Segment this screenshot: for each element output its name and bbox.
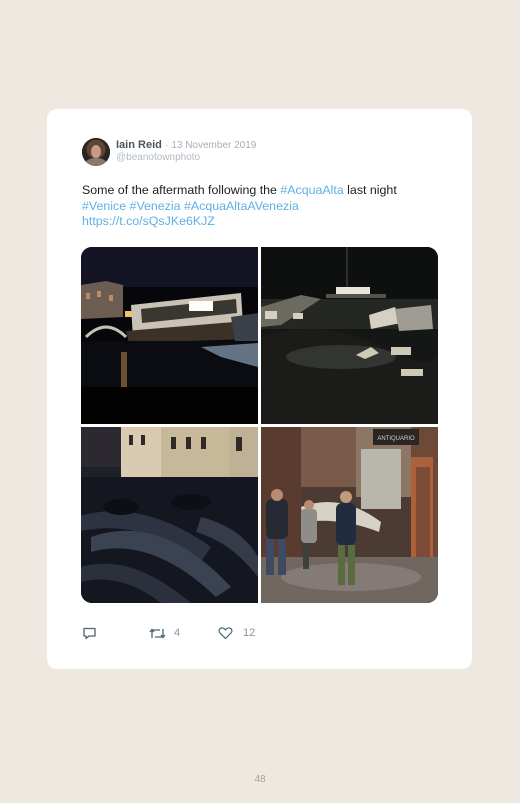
avatar-face: [91, 145, 101, 158]
shop-sign-text: ANTIQUARIO: [377, 436, 415, 442]
hashtag-venezia[interactable]: #Venezia: [130, 199, 181, 213]
hashtag-venice[interactable]: #Venice: [82, 199, 126, 213]
photo-night-flooded-quay[interactable]: [261, 247, 438, 424]
hashtag-acquaaltaavenezia[interactable]: #AcquaAltaAVenezia: [184, 199, 299, 213]
reply-button[interactable]: [82, 624, 97, 642]
author-name[interactable]: Iain Reid: [116, 139, 162, 151]
tweet-text-lead: Some of the aftermath following the: [82, 183, 281, 197]
tweet-date[interactable]: 13 November 2019: [171, 140, 256, 151]
header-separator: ·: [164, 140, 169, 151]
avatar[interactable]: [82, 138, 110, 166]
photo-gondolas-at-night[interactable]: [81, 427, 258, 603]
heart-icon: [218, 627, 233, 640]
like-count: 12: [243, 627, 256, 639]
reply-icon: [83, 627, 96, 639]
like-button[interactable]: 12: [218, 624, 255, 642]
photo-flooded-alley-people[interactable]: ANTIQUARIO: [261, 427, 438, 603]
alley-scene: ANTIQUARIO: [261, 427, 438, 603]
waterbus-scene: [81, 247, 258, 424]
author-handle[interactable]: @beanotownphoto: [116, 152, 200, 163]
photo-night-waterbus[interactable]: [81, 247, 258, 424]
avatar-shirt: [85, 158, 107, 166]
hashtag-acquaalta[interactable]: #AcquaAlta: [280, 183, 343, 197]
tweet-card: Iain Reid · 13 November 2019 @beanotownp…: [47, 109, 472, 669]
page-number: 48: [254, 774, 266, 785]
retweet-icon: [149, 627, 166, 639]
retweet-count: 4: [174, 627, 181, 639]
flooded-quay-scene: [261, 247, 438, 424]
tweet-header: Iain Reid · 13 November 2019: [116, 138, 256, 153]
tweet-text-after: last night: [343, 183, 397, 197]
tweet-actions: 4 12: [82, 624, 442, 642]
gondolas-scene: [81, 427, 258, 603]
retweet-button[interactable]: 4: [149, 624, 180, 642]
media-grid: ANTIQUARIO: [81, 247, 438, 603]
tweet-link[interactable]: https://t.co/sQsJKe6KJZ: [82, 214, 215, 228]
tweet-text: Some of the aftermath following the #Acq…: [82, 183, 442, 230]
